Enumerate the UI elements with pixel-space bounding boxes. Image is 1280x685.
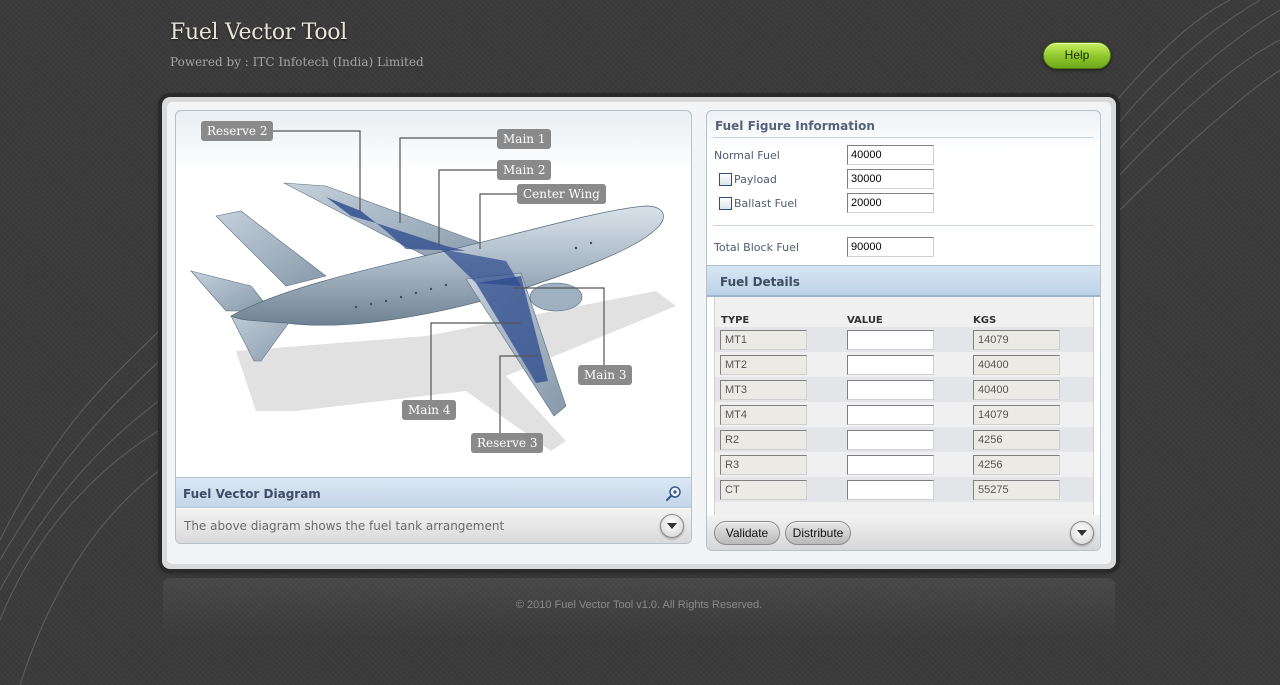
diagram-description: The above diagram shows the fuel tank ar… (184, 519, 505, 533)
callout-main-2: Main 2 (497, 160, 552, 180)
ballast-fuel-label: Ballast Fuel (734, 197, 798, 210)
callout-center-wing: Center Wing (517, 184, 606, 204)
value-input[interactable] (847, 330, 934, 350)
kgs-cell (973, 380, 1060, 400)
fuel-details-grid: TYPE VALUE KGS (714, 297, 1094, 515)
zoom-in-icon[interactable] (665, 485, 683, 503)
payload-label: Payload (734, 173, 777, 186)
kgs-cell (973, 480, 1060, 500)
kgs-cell (973, 405, 1060, 425)
value-input[interactable] (847, 455, 934, 475)
value-input[interactable] (847, 355, 934, 375)
callout-main-4: Main 4 (402, 400, 457, 420)
footer: © 2010 Fuel Vector Tool v1.0. All Rights… (163, 578, 1115, 638)
column-header-value: VALUE (847, 315, 883, 326)
copyright-text: © 2010 Fuel Vector Tool v1.0. All Rights… (515, 599, 763, 611)
value-input[interactable] (847, 405, 934, 425)
total-block-fuel-label: Total Block Fuel (714, 241, 799, 254)
kgs-cell (973, 355, 1060, 375)
ballast-fuel-checkbox[interactable] (719, 197, 732, 210)
type-cell (720, 480, 807, 500)
value-input[interactable] (847, 480, 934, 500)
aircraft-diagram (190, 130, 676, 451)
table-row (715, 352, 1093, 377)
distribute-button[interactable]: Distribute (785, 521, 851, 545)
total-block-fuel-input[interactable] (847, 237, 934, 257)
divider (713, 137, 1094, 138)
app-title: Fuel Vector Tool (170, 20, 347, 45)
diagram-description-bar: The above diagram shows the fuel tank ar… (176, 509, 691, 543)
kgs-cell (973, 430, 1060, 450)
value-input[interactable] (847, 430, 934, 450)
callout-main-3: Main 3 (578, 365, 633, 385)
kgs-cell (973, 455, 1060, 475)
column-header-kgs: KGS (973, 315, 997, 326)
payload-input[interactable] (847, 169, 934, 189)
engine (529, 282, 583, 312)
app-subtitle: Powered by : ITC Infotech (India) Limite… (170, 55, 424, 69)
value-input[interactable] (847, 380, 934, 400)
kgs-cell (973, 330, 1060, 350)
table-row (715, 427, 1093, 452)
type-cell (720, 405, 807, 425)
callout-main-1: Main 1 (497, 129, 552, 149)
normal-fuel-label: Normal Fuel (714, 149, 780, 162)
type-cell (720, 330, 807, 350)
type-cell (720, 455, 807, 475)
help-button[interactable]: Help (1043, 42, 1111, 69)
table-row (715, 377, 1093, 402)
type-cell (720, 380, 807, 400)
fuel-details-title-bar: Fuel Details (707, 265, 1100, 297)
fuel-figure-title: Fuel Figure Information (715, 119, 875, 133)
type-cell (720, 430, 807, 450)
callout-reserve-2: Reserve 2 (201, 121, 274, 141)
ballast-fuel-input[interactable] (847, 193, 934, 213)
chevron-down-icon[interactable] (660, 514, 684, 538)
validate-button[interactable]: Validate (714, 521, 780, 545)
callout-reserve-3: Reserve 3 (471, 433, 544, 453)
fuel-details-title: Fuel Details (720, 275, 800, 289)
divider (713, 225, 1094, 226)
action-bar: Validate Distribute (707, 515, 1100, 550)
type-cell (720, 355, 807, 375)
payload-checkbox[interactable] (719, 173, 732, 186)
tail-fin (215, 210, 327, 287)
column-header-type: TYPE (721, 315, 750, 326)
fuel-information-panel: Fuel Figure Information Normal Fuel Payl… (706, 110, 1101, 551)
fuel-vector-diagram-panel: Reserve 2 Main 1 Main 2 Center Wing Main… (175, 110, 692, 544)
table-row (715, 402, 1093, 427)
table-row (715, 452, 1093, 477)
table-row (715, 477, 1093, 502)
chevron-down-icon[interactable] (1070, 521, 1094, 545)
diagram-title-bar: Fuel Vector Diagram (176, 477, 691, 508)
normal-fuel-input[interactable] (847, 145, 934, 165)
diagram-title: Fuel Vector Diagram (183, 487, 321, 501)
table-row (715, 327, 1093, 352)
